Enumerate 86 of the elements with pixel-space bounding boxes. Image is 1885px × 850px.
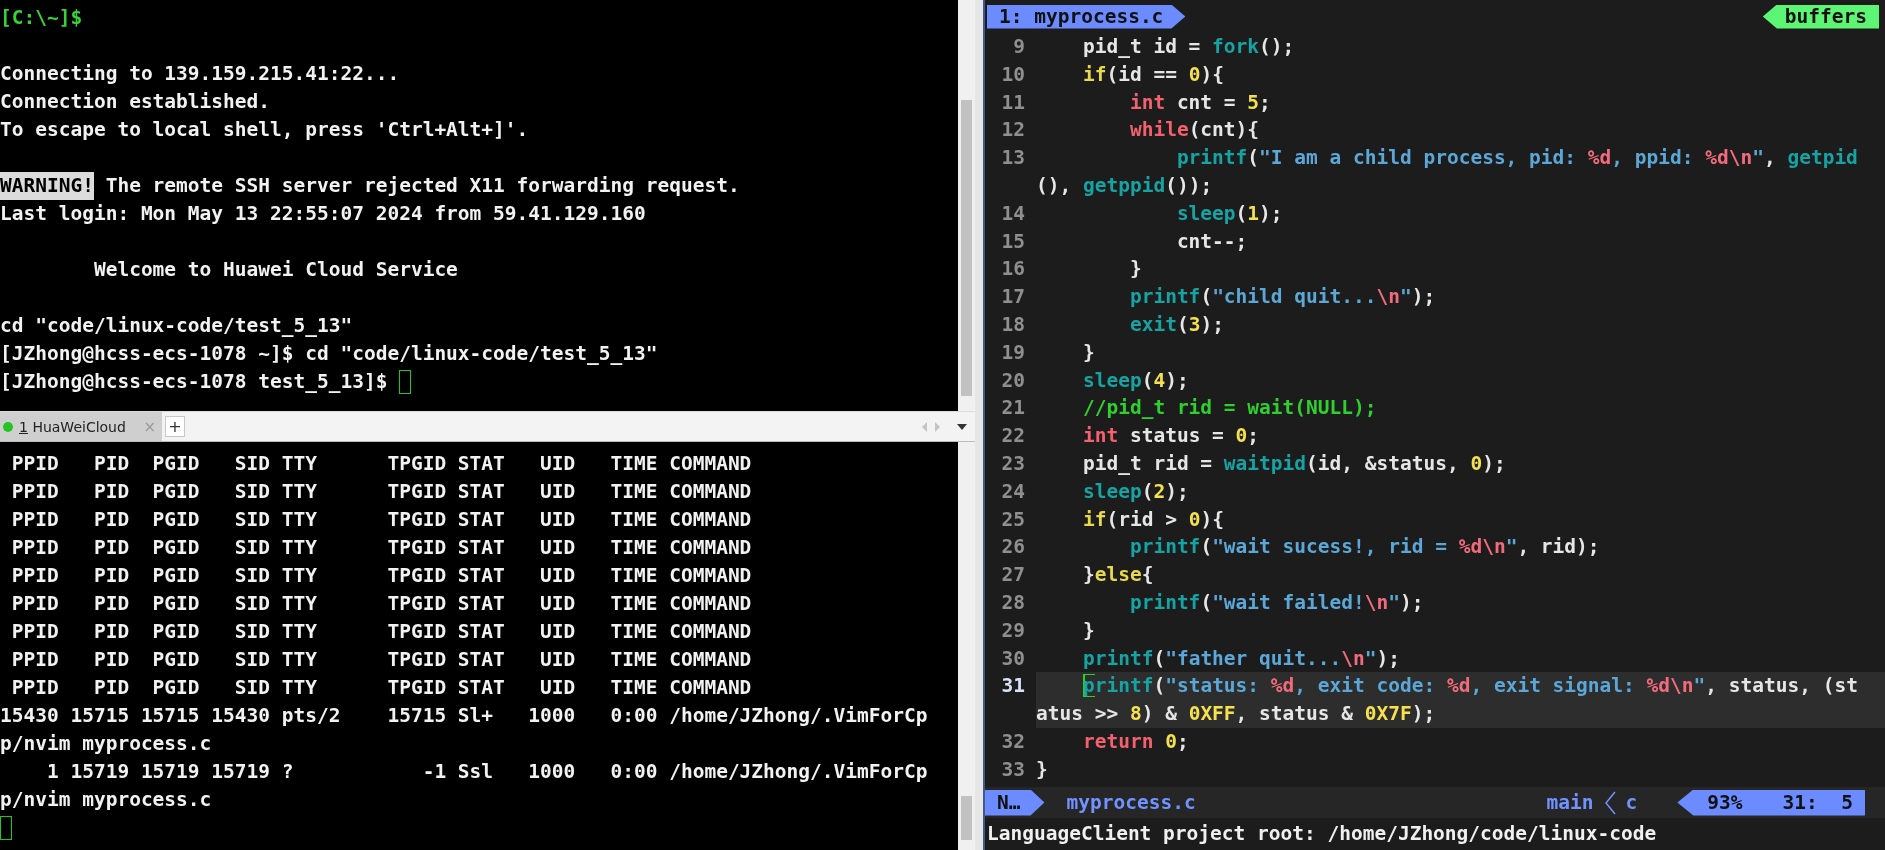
code-line: printf("wait sucess!, rid = %d\n", rid); <box>1128 534 1601 561</box>
terminal-text: PPID PID PGID SID TTY TPGID STAT UID TIME COMMAND <box>10 451 752 477</box>
branch-name: main <box>1546 791 1594 814</box>
terminal-text: PPID PID PGID SID TTY TPGID STAT UID TIME COMMAND <box>10 535 752 561</box>
terminal-text: PPID PID PGID SID TTY TPGID STAT UID TIME COMMAND <box>10 647 752 673</box>
file-name: myprocess.c <box>1065 791 1197 814</box>
line-number: 16 <box>1000 256 1026 283</box>
code-line: printf("I am a child process, pid: %d, ppid: %d\n", getpid <box>1175 145 1859 172</box>
message-line: LanguageClient project root: /home/JZhong/code/linux-code <box>986 821 1658 847</box>
terminal-text: 1 15719 15719 15719 ? -1 Ssl 1000 0:00 /home/JZhong/.VimForCp <box>45 759 928 785</box>
terminal-text: [JZhong@hcss-ecs-1078 ~]$ cd "code/linux-code/test_5_13" <box>0 341 658 367</box>
code-line: sleep(4); <box>1081 367 1190 394</box>
line-number: 18 <box>1000 311 1026 338</box>
line-number: 21 <box>1000 395 1026 422</box>
mode-indicator: N… <box>985 789 1045 816</box>
code-line: cnt--; <box>1175 228 1249 255</box>
line-number: 10 <box>1000 61 1026 88</box>
line-number: 17 <box>1000 284 1026 311</box>
terminal-text: Connection established. <box>0 89 271 115</box>
line-number: 13 <box>1000 145 1026 172</box>
tab-label: 1 HuaWeiCloud <box>19 418 127 435</box>
terminal-text: PPID PID PGID SID TTY TPGID STAT UID TIME COMMAND <box>10 507 752 533</box>
line-number: 25 <box>1000 506 1026 533</box>
line-number: 28 <box>1000 589 1026 616</box>
code-line: } <box>1081 339 1096 366</box>
terminal-text: Connecting to 139.159.215.41:22... <box>0 61 400 87</box>
code-line: }else{ <box>1081 562 1155 589</box>
code-line: if(id == 0){ <box>1081 61 1225 88</box>
code-line: printf("father quit...\n"); <box>1081 645 1401 672</box>
code-line: sleep(1); <box>1175 200 1284 227</box>
code-line: } <box>1128 256 1143 283</box>
line-number: 30 <box>1000 645 1026 672</box>
code-line: while(cnt){ <box>1128 117 1261 144</box>
shell-prompt: [C:\~]$ <box>0 5 83 31</box>
code-line: if(rid > 0){ <box>1081 506 1225 533</box>
code-line: int cnt = 5; <box>1128 89 1272 116</box>
session-tab[interactable]: 1 HuaWeiCloud × <box>0 412 162 441</box>
terminal-text: [JZhong@hcss-ecs-1078 test_5_13]$ <box>0 369 389 395</box>
line-number: 24 <box>1000 478 1026 505</box>
terminal-text: Last login: Mon May 13 22:55:07 2024 from 59.41.129.160 <box>0 201 646 227</box>
line-number: 23 <box>1000 450 1026 477</box>
position-indicator: 93% 31: 5 <box>1677 789 1865 816</box>
terminal-text: PPID PID PGID SID TTY TPGID STAT UID TIME COMMAND <box>10 479 752 505</box>
code-line: printf("wait failed!\n"); <box>1128 589 1425 616</box>
code-line: (), getppid()); <box>1036 173 1214 199</box>
new-tab-button[interactable]: + <box>165 416 185 437</box>
warning-label: WARNING! <box>0 172 94 200</box>
file-type: c <box>1625 791 1638 814</box>
line-number: 31 <box>1000 673 1026 700</box>
code-line: //pid_t rid = wait(NULL); <box>1081 395 1378 422</box>
code-line: pid_t rid = waitpid(id, &status, 0); <box>1081 450 1507 477</box>
line-number: 32 <box>1000 728 1026 755</box>
line-number: 12 <box>1000 117 1026 144</box>
terminal-text: PPID PID PGID SID TTY TPGID STAT UID TIME COMMAND <box>10 563 752 589</box>
code-line: exit(3); <box>1128 311 1225 338</box>
terminal-text: cd "code/linux-code/test_5_13" <box>0 313 353 339</box>
code-line: return 0; <box>1081 728 1190 755</box>
code-line: int status = 0; <box>1081 423 1261 450</box>
terminal-text: The remote SSH server rejected X11 forwarding request. <box>104 173 740 199</box>
line-number: 11 <box>1000 89 1026 116</box>
terminal-text: PPID PID PGID SID TTY TPGID STAT UID TIME COMMAND <box>10 675 752 701</box>
terminal-text: PPID PID PGID SID TTY TPGID STAT UID TIME COMMAND <box>10 619 752 645</box>
code-line: printf("child quit...\n"); <box>1128 284 1437 311</box>
line-number: 29 <box>1000 617 1026 644</box>
terminal-text: p/nvim myprocess.c <box>0 787 212 813</box>
line-number: 33 <box>1000 756 1026 783</box>
line-number: 19 <box>1000 339 1026 366</box>
buffers-label: buffers <box>1762 4 1879 29</box>
code-line: } <box>1036 756 1049 783</box>
separator-icon <box>1603 790 1616 815</box>
terminal-text: 15430 15715 15715 15430 pts/2 15715 Sl+ 1000 0:00 /home/JZhong/.VimForCp <box>0 703 928 729</box>
terminal-text: Welcome to Huawei Cloud Service <box>92 257 458 283</box>
line-number: 14 <box>1000 200 1026 227</box>
terminal-text: To escape to local shell, press 'Ctrl+Alt+]'. <box>0 117 529 143</box>
line-number: 15 <box>1000 228 1026 255</box>
line-number: 26 <box>1000 534 1026 561</box>
code-line: pid_t id = fork(); <box>1081 34 1296 60</box>
line-number: 22 <box>1000 423 1026 450</box>
line-number: 9 <box>1012 34 1026 60</box>
line-number: 20 <box>1000 367 1026 394</box>
terminal-text: p/nvim myprocess.c <box>0 731 212 757</box>
terminal-text: PPID PID PGID SID TTY TPGID STAT UID TIME COMMAND <box>10 591 752 617</box>
line-number: 27 <box>1000 562 1026 589</box>
buffer-tab[interactable]: 1: myprocess.c <box>987 4 1186 29</box>
code-line: } <box>1081 617 1096 644</box>
code-line: sleep(2); <box>1081 478 1190 505</box>
